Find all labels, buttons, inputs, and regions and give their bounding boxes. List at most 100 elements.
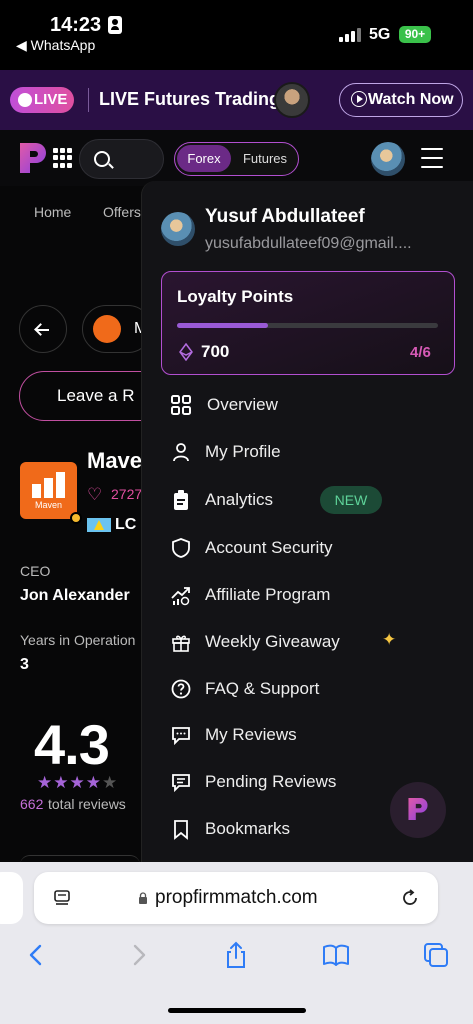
loyalty-title: Loyalty Points [177,287,294,306]
menu-item-faq-support[interactable]: FAQ & Support [170,674,460,704]
firm-logo: Maven [20,462,77,519]
user-email: yusufabdullateef09@gmail.... [205,235,412,252]
chat-lines-icon [172,774,190,793]
country-flag-icon [87,518,111,532]
top-navbar: Forex Futures [0,130,473,186]
reload-icon[interactable] [400,888,420,908]
menu-item-label: Bookmarks [205,819,291,838]
verified-badge-icon [70,512,82,524]
status-time: 14:23 [50,14,102,36]
floating-logo-button[interactable] [390,782,446,838]
star-icon: ★★★★ [37,773,102,792]
live-badge-label: LIVE [34,91,68,108]
loyalty-progress-fill [177,323,269,328]
menu-item-label: My Profile [205,442,281,461]
rating-value: 4.3 [34,713,110,776]
menu-item-affiliate-program[interactable]: Affiliate Program [170,580,460,610]
dropdown-avatar [161,212,195,246]
menu-item-overview[interactable]: Overview [170,390,460,420]
firm-logo-small [93,315,121,343]
sparkle-icon: ✦ [382,630,397,649]
toggle-futures[interactable]: Futures [237,145,293,172]
years-label: Years in Operation [20,632,136,648]
toggle-forex[interactable]: Forex [177,145,231,172]
user-icon [173,443,189,462]
back-to-whatsapp-link[interactable]: ◀ WhatsApp [16,37,95,54]
live-badge: LIVE [10,87,74,113]
host-avatar [274,82,310,118]
address-bar[interactable]: propfirmmatch.com [34,872,438,924]
loyalty-level: 4/6 [410,344,431,361]
menu-item-weekly-giveaway[interactable]: Weekly Giveaway ✦ [170,627,460,657]
user-avatar[interactable] [371,142,405,176]
menu-item-label: Account Security [205,538,333,557]
search-icon [94,151,110,167]
clipboard-icon [174,490,188,510]
back-button[interactable] [19,305,67,353]
menu-item-label: Pending Reviews [205,772,337,791]
firm-name: Mave [87,448,143,473]
watch-now-button[interactable]: Watch Now [339,83,463,117]
share-icon[interactable] [221,940,251,970]
loyalty-points-value: 700 [201,342,230,361]
forward-icon[interactable] [123,940,153,970]
star-empty-icon: ★ [101,773,119,792]
play-icon [351,91,367,107]
network-type: 5G [369,26,391,43]
reviews-label: total reviews [48,796,126,812]
hamburger-menu-icon[interactable] [421,148,443,168]
likes-count: 2727 [111,486,143,502]
country-code: LC [115,516,137,533]
lock-icon [139,892,147,904]
menu-item-label: My Reviews [205,725,297,744]
apps-grid-icon[interactable] [53,148,73,168]
url-text[interactable]: propfirmmatch.com [155,887,318,909]
loyalty-points-card[interactable]: Loyalty Points 700 4/6 [161,271,455,375]
menu-item-label: Overview [207,395,278,414]
grid-icon [171,395,191,415]
tabs-icon[interactable] [421,940,451,970]
shield-icon [172,538,190,558]
divider [88,88,89,112]
menu-item-my-profile[interactable]: My Profile [170,437,460,467]
live-banner[interactable]: LIVE LIVE Futures Trading Watch Now [0,70,473,130]
subnav-offers[interactable]: Offers [103,204,141,220]
live-dot-icon [18,93,32,107]
diamond-icon [179,343,193,361]
previous-tab-preview[interactable] [0,872,23,924]
help-icon [171,679,191,699]
market-toggle[interactable]: Forex Futures [174,142,299,176]
watch-now-label: Watch Now [368,91,454,108]
years-value: 3 [20,656,29,673]
home-indicator[interactable] [168,1008,306,1013]
status-bar: 14:23 ◀ WhatsApp 5G 90+ [0,0,473,62]
growth-chart-icon [171,587,190,606]
new-badge: NEW [320,486,382,514]
firm-logo-text: Maven [34,500,62,510]
chat-icon [172,727,190,746]
arrow-left-icon [37,329,49,331]
menu-item-analytics[interactable]: Analytics NEW [170,485,460,515]
contact-card-icon [108,16,122,34]
menu-item-label: Weekly Giveaway [205,632,340,651]
menu-item-label: FAQ & Support [205,679,320,698]
rating-stars: ★★★★★ [37,773,118,793]
back-icon[interactable] [22,940,52,970]
menu-item-my-reviews[interactable]: My Reviews [170,720,460,750]
subnav-home[interactable]: Home [34,204,71,220]
loyalty-progress-bar [177,323,438,328]
menu-item-account-security[interactable]: Account Security [170,533,460,563]
reader-mode-icon[interactable] [52,888,72,908]
user-dropdown-menu: Yusuf Abdullateef yusufabdullateef09@gma… [141,181,473,863]
bookmarks-book-icon[interactable] [321,940,351,970]
signal-icon [339,27,361,42]
menu-item-label: Analytics [205,490,274,509]
browser-toolbar: propfirmmatch.com [0,862,473,1024]
ceo-name: Jon Alexander [20,587,130,604]
propfirmmatch-logo-icon[interactable] [18,141,48,175]
banner-title: LIVE Futures Trading [99,89,281,109]
battery-icon: 90+ [399,26,431,43]
heart-icon[interactable]: ♡ [87,485,102,505]
gift-icon [172,635,190,652]
search-input[interactable] [79,139,164,179]
